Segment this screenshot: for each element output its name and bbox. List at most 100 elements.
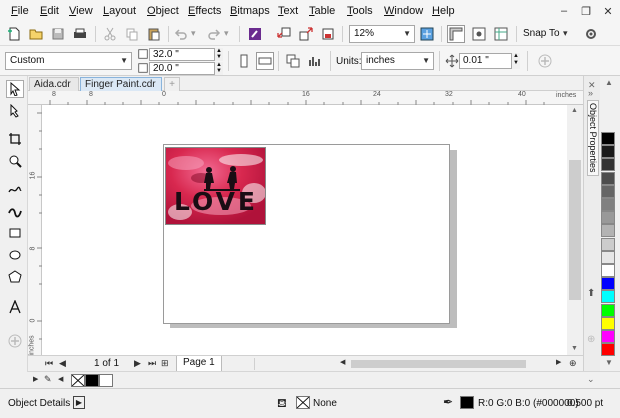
docker-add-icon[interactable]: ⊕ xyxy=(587,334,595,345)
scroll-up-icon[interactable]: ▲ xyxy=(571,107,578,114)
menu-text[interactable]: Text xyxy=(278,5,298,17)
vertical-scroll-thumb[interactable] xyxy=(569,160,581,300)
close-icon[interactable]: ✕ xyxy=(600,3,616,19)
black-swatch[interactable] xyxy=(85,374,99,387)
palette-swatch[interactable] xyxy=(601,171,615,185)
page-height-field[interactable]: 20.0 " ▲ ▼ xyxy=(149,62,223,75)
palette-swatch[interactable] xyxy=(601,158,615,172)
page-width-field[interactable]: 32.0 " ▲ ▼ xyxy=(149,48,223,61)
object-details-expand-icon[interactable]: ▶ xyxy=(73,396,85,409)
palette-swatch[interactable] xyxy=(601,277,615,291)
doc-palette-options-icon[interactable]: ⌄ xyxy=(587,374,595,385)
show-guidelines-icon[interactable] xyxy=(492,25,510,43)
current-page-icon[interactable] xyxy=(306,52,324,70)
vertical-scrollbar[interactable]: ▲ ▼ xyxy=(567,105,583,355)
palette-swatch[interactable] xyxy=(601,184,615,198)
all-pages-icon[interactable] xyxy=(284,52,302,70)
palette-swatch[interactable] xyxy=(601,132,615,145)
palette-swatch[interactable] xyxy=(601,237,615,251)
search-content-icon[interactable] xyxy=(246,25,264,43)
palette-scroll-down-icon[interactable]: ▼ xyxy=(605,358,613,367)
zoom-tool-icon[interactable] xyxy=(6,152,24,170)
show-rulers-icon[interactable] xyxy=(447,25,465,43)
zoom-level-select[interactable]: 12% ▼ xyxy=(349,25,415,43)
palette-swatch[interactable] xyxy=(601,343,615,357)
quick-customize-plus-icon[interactable] xyxy=(536,52,554,70)
ellipse-tool-icon[interactable] xyxy=(6,246,24,264)
love-bitmap-image[interactable]: LOVE xyxy=(165,147,266,225)
menu-object[interactable]: Object xyxy=(147,5,179,17)
open-folder-icon[interactable] xyxy=(27,25,45,43)
redo-icon[interactable] xyxy=(205,25,223,43)
palette-swatch[interactable] xyxy=(601,224,615,238)
menu-table[interactable]: Table xyxy=(309,5,335,17)
full-screen-preview-icon[interactable] xyxy=(418,25,436,43)
fill-none-swatch[interactable] xyxy=(296,396,310,409)
menu-edit[interactable]: Edit xyxy=(40,5,59,17)
undo-dropdown-icon[interactable]: ▾ xyxy=(191,28,196,39)
outline-color-swatch[interactable] xyxy=(460,396,474,409)
no-color-swatch[interactable] xyxy=(71,374,85,387)
snap-to-dropdown-icon[interactable]: ▾ xyxy=(563,28,568,39)
menu-view[interactable]: View xyxy=(69,5,93,17)
spin-arrows-icon[interactable]: ▲ ▼ xyxy=(214,62,223,75)
doc-palette-expand-icon[interactable]: ▶ xyxy=(33,375,38,383)
palette-swatch[interactable] xyxy=(601,250,615,264)
undo-icon[interactable] xyxy=(172,25,190,43)
freehand-tool-icon[interactable] xyxy=(6,180,24,198)
scroll-left-icon[interactable]: ◀ xyxy=(340,358,345,366)
menu-window[interactable]: Window xyxy=(384,5,423,17)
options-gear-icon[interactable] xyxy=(582,25,600,43)
eyedropper-icon[interactable]: ✎ xyxy=(44,374,52,385)
object-properties-docker-tab[interactable]: Object Properties xyxy=(587,100,599,176)
docker-scroll-up-icon[interactable]: ⬆ xyxy=(587,288,595,299)
cut-icon[interactable] xyxy=(101,25,119,43)
palette-swatch[interactable] xyxy=(601,264,615,277)
new-document-icon[interactable] xyxy=(5,25,23,43)
save-icon[interactable] xyxy=(49,25,67,43)
tab-aida[interactable]: Aida.cdr xyxy=(29,77,79,91)
new-tab-plus-icon[interactable]: + xyxy=(164,77,180,91)
show-grid-icon[interactable] xyxy=(470,25,488,43)
palette-scroll-up-icon[interactable]: ▲ xyxy=(605,78,613,87)
menu-help[interactable]: Help xyxy=(432,5,455,17)
scroll-right-icon[interactable]: ▶ xyxy=(556,358,561,366)
import-icon[interactable] xyxy=(275,25,293,43)
last-page-icon[interactable]: ⏭ xyxy=(148,358,156,369)
page-1-tab[interactable]: Page 1 xyxy=(176,356,222,372)
landscape-orientation-icon[interactable] xyxy=(256,52,274,70)
menu-file[interactable]: File xyxy=(11,5,29,17)
artistic-media-tool-icon[interactable] xyxy=(6,202,24,220)
copy-icon[interactable] xyxy=(123,25,141,43)
page-size-preset-select[interactable]: Custom ▼ xyxy=(5,52,132,70)
nudge-distance-field[interactable]: 0.01 " ▲ ▼ xyxy=(459,53,520,69)
zoom-navigator-icon[interactable]: ⊕ xyxy=(569,358,577,369)
palette-swatch[interactable] xyxy=(601,290,615,304)
restore-icon[interactable]: ❐ xyxy=(578,3,594,19)
horizontal-ruler[interactable]: 8 0 8 16 24 32 40 inches xyxy=(28,91,583,105)
add-tool-plus-icon[interactable] xyxy=(6,332,24,350)
spin-arrows-icon[interactable]: ▲ ▼ xyxy=(511,53,520,69)
polygon-tool-icon[interactable] xyxy=(6,268,24,286)
palette-swatch[interactable] xyxy=(601,330,615,343)
palette-swatch[interactable] xyxy=(601,198,615,211)
crop-tool-icon[interactable] xyxy=(6,130,24,148)
drawing-canvas[interactable]: LOVE xyxy=(42,105,567,355)
portrait-orientation-icon[interactable] xyxy=(235,52,253,70)
publish-pdf-icon[interactable] xyxy=(319,25,337,43)
print-icon[interactable] xyxy=(71,25,89,43)
menu-tools[interactable]: Tools xyxy=(347,5,373,17)
scroll-down-icon[interactable]: ▼ xyxy=(571,345,578,352)
palette-swatch[interactable] xyxy=(601,211,615,225)
first-page-icon[interactable]: ⏮ xyxy=(45,358,53,369)
tab-finger-paint[interactable]: Finger Paint.cdr xyxy=(80,77,162,91)
docker-collapse-icon[interactable]: » xyxy=(588,88,593,98)
units-select[interactable]: inches ▼ xyxy=(361,52,434,70)
horizontal-scroll-thumb[interactable] xyxy=(351,360,526,368)
add-page-icon[interactable]: ⊞ xyxy=(161,358,169,369)
minimize-icon[interactable]: – xyxy=(556,3,572,19)
previous-page-icon[interactable]: ◀ xyxy=(59,358,66,369)
menu-layout[interactable]: Layout xyxy=(103,5,136,17)
vertical-ruler[interactable]: 16 8 0 inches xyxy=(28,105,42,356)
palette-swatch[interactable] xyxy=(601,303,615,317)
